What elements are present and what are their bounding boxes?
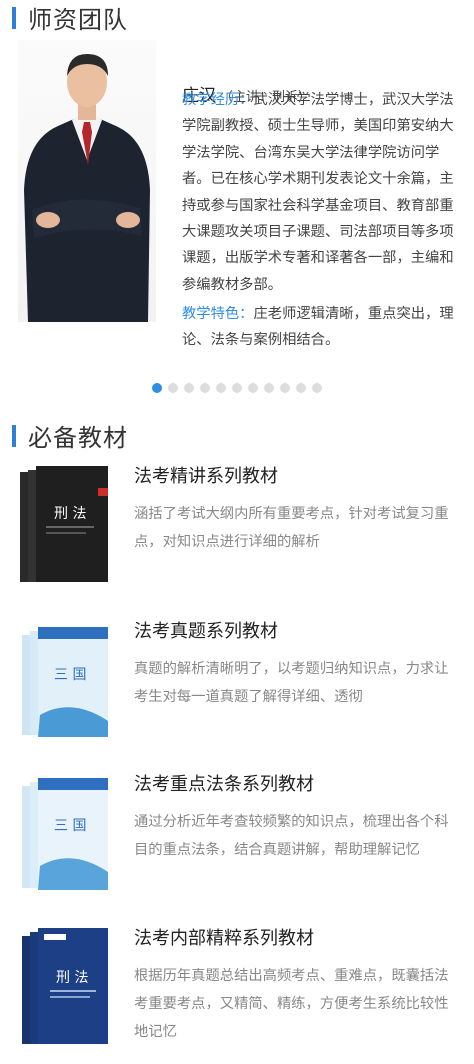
section-header-teachers: 师资团队 [12, 0, 128, 35]
book-description: 根据历年真题总结出高频考点、重难点，既囊括法考重要考点，又精简、精练，方便考生系… [134, 968, 449, 1040]
book-cover-image: 三 国 [14, 617, 114, 741]
carousel-dot[interactable] [264, 383, 274, 393]
book-cover-title: 刑 法 [54, 506, 86, 522]
section-title: 师资团队 [28, 6, 128, 34]
section-title: 必备教材 [28, 424, 128, 452]
carousel-dot[interactable] [312, 383, 322, 393]
teacher-experience: 教学经历：武汉大学法学博士，武汉大学法学院副教授、硕士生导师，美国印第安纳大学法… [182, 87, 454, 298]
book-item[interactable]: 三 国 法考真题系列教材 真题的解析清晰明了，以考题归纳知识点，力求让考生对每一… [0, 617, 474, 757]
book-description: 涵括了考试大纲内所有重要考点，针对考试复习重点，对知识点进行详细的解析 [134, 506, 449, 550]
book-title: 法考精讲系列教材 [134, 466, 278, 487]
book-cover-image: 刑 法 [14, 924, 114, 1048]
book-cover-image: 刑 法 [14, 462, 114, 586]
book-title: 法考内部精粹系列教材 [134, 928, 314, 949]
book-item[interactable]: 刑 法 法考内部精粹系列教材 根据历年真题总结出高频考点、重难点，既囊括法考重要… [0, 924, 474, 1064]
carousel-dot[interactable] [168, 383, 178, 393]
experience-text: 武汉大学法学博士，武汉大学法学院副教授、硕士生导师，美国印第安纳大学法学院、台湾… [182, 92, 454, 293]
book-cover-title: 三 国 [54, 818, 86, 834]
experience-label: 教学经历： [182, 92, 254, 108]
book-cover-image: 三 国 [14, 770, 114, 894]
book-cover-title: 三 国 [54, 667, 86, 683]
teacher-feature: 教学特色：庄老师逻辑清晰，重点突出，理论、法条与案例相结合。 [182, 301, 454, 354]
carousel-pagination [0, 383, 474, 393]
feature-label: 教学特色： [182, 306, 254, 322]
teacher-photo [18, 40, 156, 322]
book-item[interactable]: 三 国 法考重点法条系列教材 通过分析近年考查较频繁的知识点，梳理出各个科目的重… [0, 770, 474, 910]
carousel-dot[interactable] [248, 383, 258, 393]
book-item[interactable]: 刑 法 法考精讲系列教材 涵括了考试大纲内所有重要考点，针对考试复习重点，对知识… [0, 462, 474, 602]
book-cover-title: 刑 法 [56, 970, 88, 986]
carousel-dot[interactable] [216, 383, 226, 393]
carousel-dot[interactable] [200, 383, 210, 393]
carousel-dot-active[interactable] [152, 383, 162, 393]
book-description: 通过分析近年考查较频繁的知识点，梳理出各个科目的重点法条，结合真题讲解，帮助理解… [134, 814, 449, 858]
book-description: 真题的解析清晰明了，以考题归纳知识点，力求让考生对每一道真题了解得详细、透彻 [134, 661, 449, 705]
section-accent-bar [12, 6, 16, 29]
carousel-dot[interactable] [232, 383, 242, 393]
carousel-dot[interactable] [184, 383, 194, 393]
teacher-card[interactable]: 庄汉 （主讲：刑诉） 教学经历：武汉大学法学博士，武汉大学法学院副教授、硕士生导师… [0, 40, 474, 380]
section-header-books: 必备教材 [12, 418, 128, 453]
carousel-dot[interactable] [280, 383, 290, 393]
carousel-dot[interactable] [296, 383, 306, 393]
section-accent-bar [12, 424, 16, 447]
teacher-portrait-illustration [24, 54, 150, 322]
book-title: 法考重点法条系列教材 [134, 774, 314, 795]
book-title: 法考真题系列教材 [134, 621, 278, 642]
